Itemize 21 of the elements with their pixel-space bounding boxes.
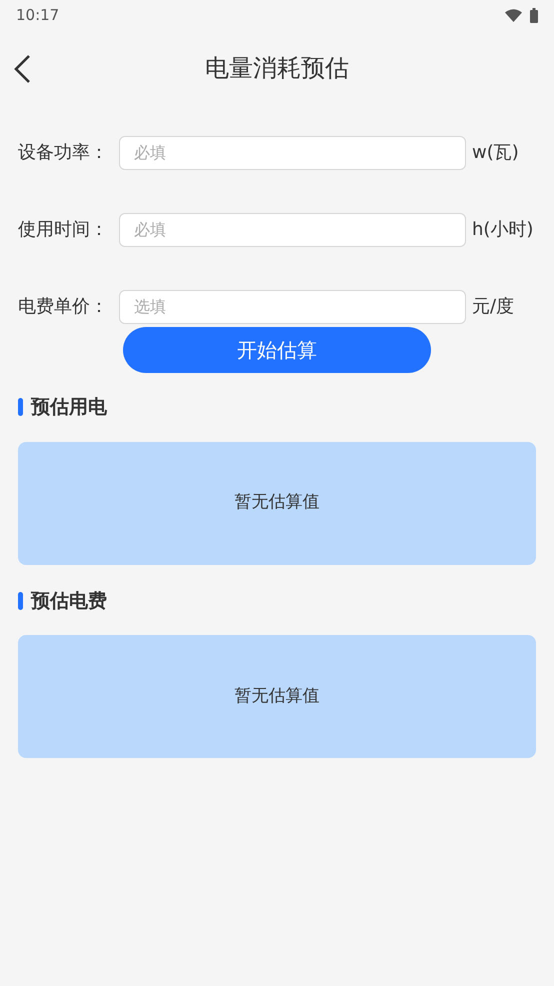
back-icon[interactable] (12, 54, 32, 84)
estimate-button[interactable]: 开始估算 (123, 327, 431, 373)
result-text: 暂无估算值 (234, 684, 320, 708)
input-field[interactable]: 选填 (119, 290, 466, 324)
unit-label: h(小时) (471, 218, 534, 242)
result-text: 暂无估算值 (234, 491, 320, 514)
field-label: 设备功率： (18, 141, 109, 165)
accent-bar (18, 398, 23, 416)
section-title: 预估用电 (31, 395, 107, 420)
page-title: 电量消耗预估 (205, 53, 349, 84)
status-time: 10:17 (16, 4, 60, 26)
field-label: 使用时间： (18, 218, 109, 242)
accent-bar (18, 592, 23, 610)
battery-icon (530, 8, 538, 22)
input-field[interactable]: 必填 (119, 136, 466, 170)
input-field[interactable]: 必填 (119, 212, 466, 246)
wifi-icon (505, 8, 522, 22)
field-label: 电费单价： (18, 295, 109, 319)
section-title: 预估电费 (31, 588, 107, 614)
unit-label: 元/度 (471, 295, 516, 319)
unit-label: w(瓦) (471, 141, 520, 165)
